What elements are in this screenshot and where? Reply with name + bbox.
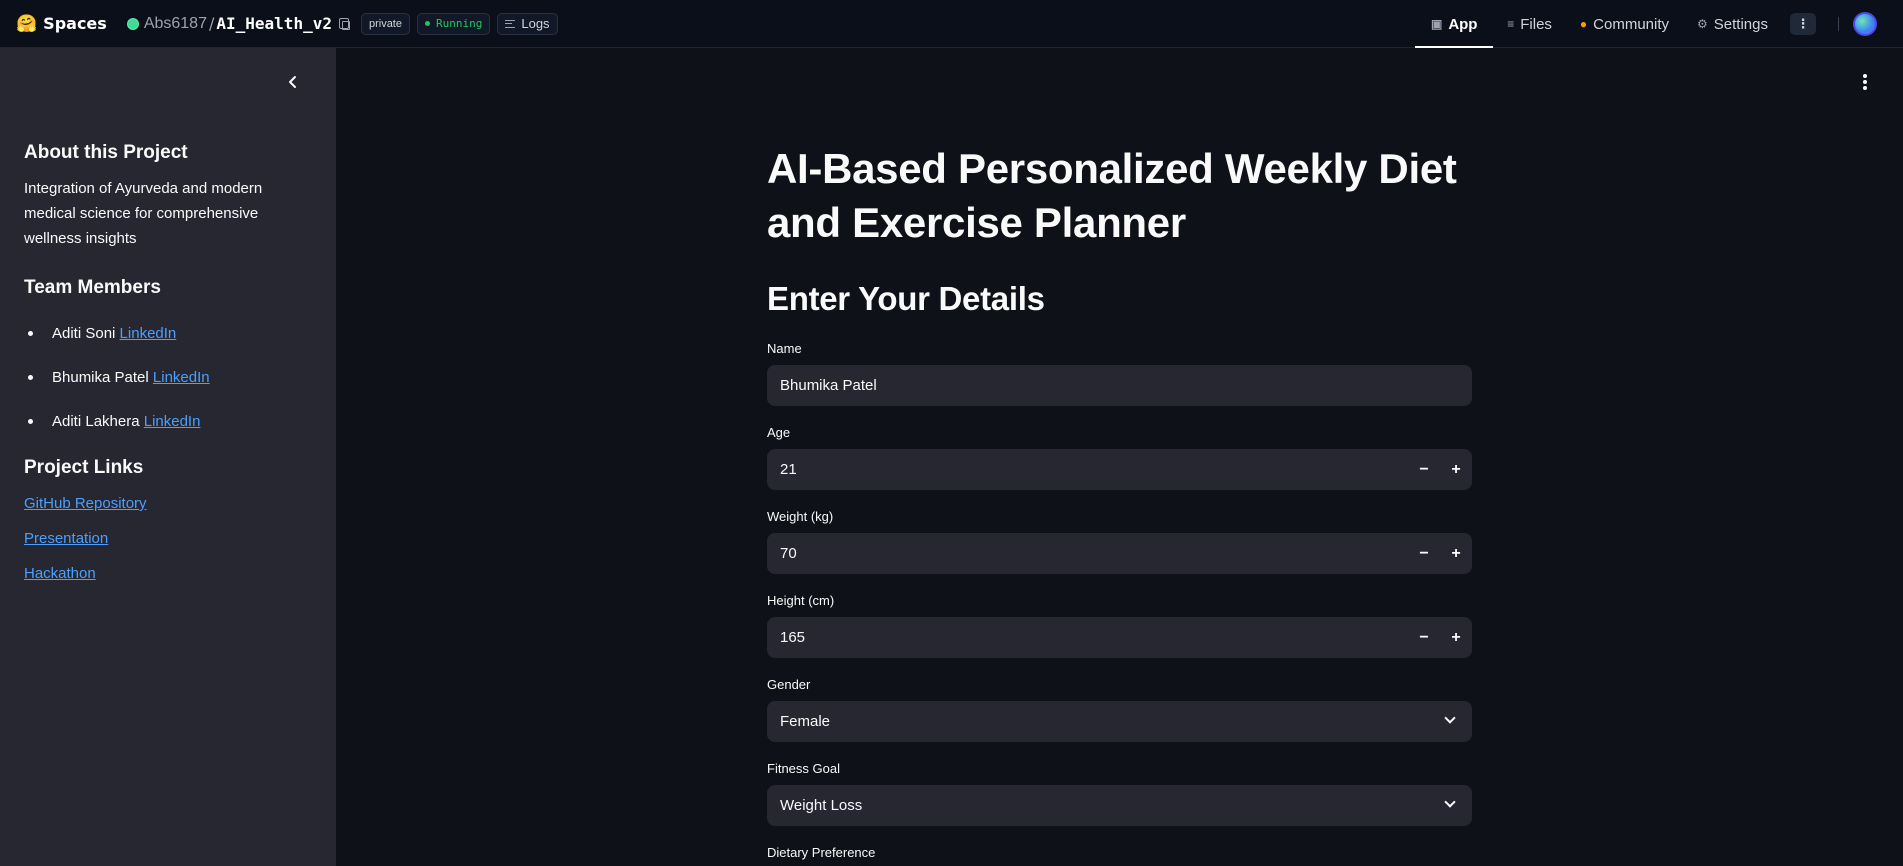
repo-name[interactable]: AI_Health_v2 [216,14,332,33]
chevron-down-icon [1444,796,1456,808]
main-menu-icon[interactable] [1863,74,1867,90]
gender-label: Gender [767,677,811,692]
spaces-brand[interactable]: 🤗 Spaces [16,14,107,34]
path-separator: / [208,14,215,33]
gender-value: Female [780,713,831,730]
status-badge: Running [417,12,491,35]
weight-input[interactable]: 70 − + [767,533,1472,574]
linkedin-link[interactable]: LinkedIn [144,413,201,430]
list-item: Aditi Lakhera LinkedIn [24,399,284,443]
bullet-icon [28,330,33,336]
sidebar-content: About this Project Integration of Ayurve… [24,142,284,582]
name-input[interactable]: Bhumika Patel [767,365,1472,406]
age-label: Age [767,425,791,440]
about-heading: About this Project [24,142,188,163]
tab-app[interactable]: ▣ App [1415,0,1494,48]
logs-icon [505,19,516,28]
weight-label: Weight (kg) [767,509,834,524]
nav-divider [1838,17,1839,31]
increment-button[interactable]: + [1440,629,1472,647]
dietary-preference-label: Dietary Preference [767,845,876,860]
bullet-icon [28,418,33,424]
logs-button[interactable]: Logs [497,12,558,35]
copy-icon[interactable] [338,18,350,30]
member-name: Aditi Lakhera [52,412,140,430]
about-text: Integration of Ayurveda and modern medic… [24,180,263,247]
age-stepper: − + [1408,449,1472,490]
hugging-face-logo-icon: 🤗 [16,13,38,34]
visibility-badge: private [360,12,410,35]
age-input[interactable]: 21 − + [767,449,1472,490]
linkedin-link[interactable]: LinkedIn [120,325,177,342]
fitness-goal-select[interactable]: Weight Loss [767,785,1472,826]
weight-stepper: − + [1408,533,1472,574]
age-field: Age 21 − + [767,423,1472,490]
more-options-button[interactable]: ⋮ [1790,13,1816,35]
project-links: GitHub Repository Presentation Hackathon [24,495,284,582]
github-repository-link[interactable]: GitHub Repository [24,495,284,512]
cube-icon: ▣ [1430,17,1443,31]
height-value: 165 [780,629,806,646]
increment-button[interactable]: + [1440,461,1472,479]
dietary-preference-field: Dietary Preference [767,843,1472,863]
tab-files[interactable]: ≡ Files [1493,0,1566,48]
gender-select[interactable]: Female [767,701,1472,742]
page-title: AI-Based Personalized Weekly Diet and Ex… [767,145,1457,246]
team-list: Aditi Soni LinkedIn Bhumika Patel Linked… [24,311,284,443]
list-item: Bhumika Patel LinkedIn [24,355,284,399]
tab-community[interactable]: ● Community [1566,0,1683,48]
owner-avatar-icon [126,17,139,30]
hackathon-link[interactable]: Hackathon [24,565,284,582]
status-label: Running [436,17,483,30]
tab-files-label: Files [1520,15,1552,33]
project-links-heading: Project Links [24,457,144,478]
chevron-down-icon [1444,712,1456,724]
member-name: Bhumika Patel [52,368,149,386]
presentation-link[interactable]: Presentation [24,530,284,547]
name-field: Name Bhumika Patel [767,339,1472,406]
bullet-icon [28,374,33,380]
decrement-button[interactable]: − [1408,461,1440,479]
fitness-goal-value: Weight Loss [780,797,863,814]
fitness-goal-field: Fitness Goal Weight Loss [767,759,1472,826]
tab-settings[interactable]: ⚙ Settings [1683,0,1782,48]
tab-settings-label: Settings [1713,15,1768,33]
linkedin-link[interactable]: LinkedIn [153,369,210,386]
decrement-button[interactable]: − [1408,629,1440,647]
space-nav: ▣ App ≡ Files ● Community ⚙ Settings ⋮ [1415,0,1903,48]
weight-value: 70 [780,545,797,562]
main-content: AI-Based Personalized Weekly Diet and Ex… [336,48,1903,866]
team-heading: Team Members [24,277,161,298]
logs-label: Logs [521,16,550,31]
list-item: Aditi Soni LinkedIn [24,311,284,355]
increment-button[interactable]: + [1440,545,1472,563]
user-avatar[interactable] [1853,12,1877,36]
chevron-left-icon [289,76,296,88]
status-dot-icon [425,21,430,26]
owner-link[interactable]: Abs6187 [144,15,207,33]
form-block: AI-Based Personalized Weekly Diet and Ex… [767,142,1472,863]
top-bar: 🤗 Spaces Abs6187 / AI_Health_v2 private … [0,0,1903,48]
name-label: Name [767,341,802,356]
files-icon: ≡ [1507,17,1515,31]
sidebar: About this Project Integration of Ayurve… [0,48,336,866]
height-field: Height (cm) 165 − + [767,591,1472,658]
height-input[interactable]: 165 − + [767,617,1472,658]
weight-field: Weight (kg) 70 − + [767,507,1472,574]
age-value: 21 [780,461,797,478]
height-stepper: − + [1408,617,1472,658]
section-heading: Enter Your Details [767,280,1045,317]
fitness-goal-label: Fitness Goal [767,761,840,776]
gender-field: Gender Female [767,675,1472,742]
community-icon: ● [1579,17,1588,31]
height-label: Height (cm) [767,593,835,608]
collapse-sidebar-button[interactable] [285,74,301,90]
brand-label: Spaces [43,14,107,33]
gear-icon: ⚙ [1697,17,1708,31]
member-name: Aditi Soni [52,324,116,342]
tab-app-label: App [1448,15,1478,33]
tab-community-label: Community [1593,15,1670,33]
decrement-button[interactable]: − [1408,545,1440,563]
